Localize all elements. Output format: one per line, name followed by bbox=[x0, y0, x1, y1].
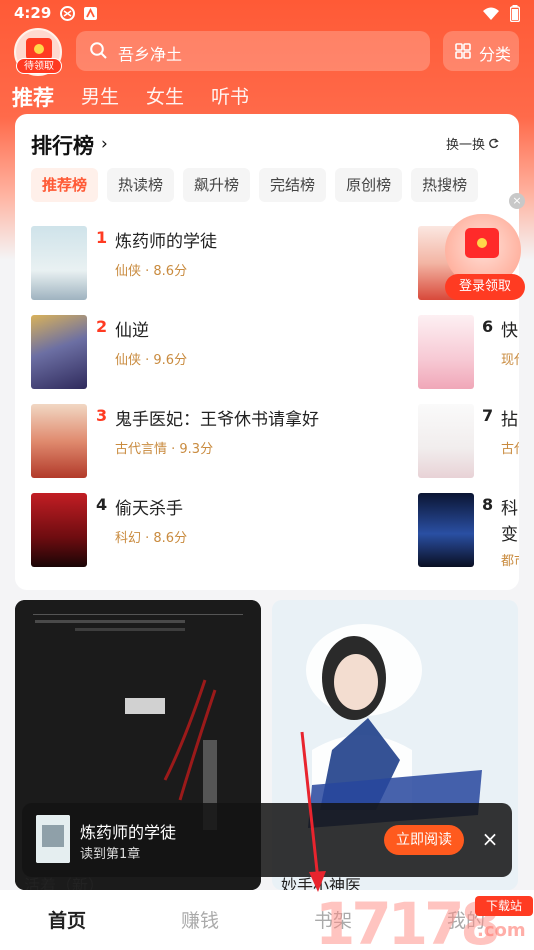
rank-number: 6 bbox=[482, 317, 494, 336]
tab-female[interactable]: 女生 bbox=[146, 82, 184, 112]
book-meta: 仙侠 · 8.6分 bbox=[115, 264, 188, 279]
watermark-tag: 下载站 bbox=[475, 896, 533, 916]
watermark-logo: 17178 下载站 .com bbox=[315, 890, 534, 950]
top-tabs: 推荐 男生 女生 听书 bbox=[12, 82, 249, 112]
sub-tab-hot-search[interactable]: 热搜榜 bbox=[411, 168, 479, 202]
book-meta: 科幻 · 8.6分 bbox=[115, 531, 188, 546]
watermark-digits: 17178 bbox=[315, 890, 501, 950]
book-cover bbox=[31, 226, 87, 300]
continue-book-cover bbox=[36, 815, 70, 863]
rank-number: 7 bbox=[482, 406, 494, 425]
sub-tab-completed[interactable]: 完结榜 bbox=[259, 168, 327, 202]
book-title: 快 bbox=[501, 321, 518, 341]
tab-audiobook[interactable]: 听书 bbox=[211, 82, 249, 112]
red-packet-icon bbox=[26, 38, 52, 60]
ranking-card: 排行榜 › 换一换 推荐榜 热读榜 飙升榜 完结榜 原创榜 热搜榜 1 炼药师的… bbox=[15, 114, 519, 590]
app-notification-icon bbox=[83, 6, 98, 21]
nav-home[interactable]: 首页 bbox=[48, 906, 86, 933]
book-cover bbox=[31, 315, 87, 389]
refresh-label: 换一换 bbox=[445, 138, 485, 153]
sub-tab-recommend[interactable]: 推荐榜 bbox=[31, 168, 99, 202]
category-button[interactable]: 分类 bbox=[443, 31, 519, 71]
tab-male[interactable]: 男生 bbox=[81, 82, 119, 112]
status-bar: 4:29 bbox=[0, 0, 534, 28]
wifi-icon bbox=[482, 6, 500, 25]
book-cover bbox=[31, 404, 87, 478]
refresh-button[interactable]: 换一换 bbox=[446, 134, 499, 153]
gift-close-button[interactable]: × bbox=[509, 193, 525, 209]
book-cover bbox=[418, 404, 474, 478]
sub-tab-rising[interactable]: 飙升榜 bbox=[183, 168, 251, 202]
search-input[interactable]: 吾乡净土 bbox=[76, 31, 430, 71]
continue-book-title: 炼药师的学徒 bbox=[80, 823, 177, 842]
book-title: 拈 bbox=[501, 410, 518, 430]
rank-number: 8 bbox=[482, 495, 494, 514]
grid-icon bbox=[455, 43, 471, 59]
book-cover bbox=[418, 315, 474, 389]
book-cover bbox=[31, 493, 87, 567]
book-title: 科 bbox=[501, 499, 518, 519]
rank-number: 1 bbox=[96, 228, 108, 247]
watermark-site: .com bbox=[477, 920, 526, 941]
app-notification-icon bbox=[60, 6, 75, 21]
nav-earn[interactable]: 赚钱 bbox=[181, 906, 219, 933]
continue-reading-bar[interactable]: 炼药师的学徒 读到第1章 立即阅读 × bbox=[22, 803, 512, 877]
search-icon bbox=[90, 42, 107, 59]
book-title: 偷天杀手 bbox=[115, 499, 183, 519]
sub-tab-original[interactable]: 原创榜 bbox=[335, 168, 403, 202]
status-time: 4:29 bbox=[14, 4, 52, 22]
chevron-right-icon[interactable]: › bbox=[101, 134, 108, 154]
book-title: 仙逆 bbox=[115, 321, 149, 341]
book-meta: 古代 bbox=[501, 442, 519, 457]
refresh-icon bbox=[488, 138, 499, 153]
login-reward-label[interactable]: 登录领取 bbox=[445, 274, 525, 300]
rank-number: 4 bbox=[96, 495, 108, 514]
rank-number: 2 bbox=[96, 317, 108, 336]
rank-number: 3 bbox=[96, 406, 108, 425]
book-meta: 都市 bbox=[501, 554, 519, 569]
book-title-line2: 变 bbox=[501, 525, 518, 545]
search-placeholder: 吾乡净土 bbox=[118, 45, 183, 64]
book-meta: 现代 bbox=[501, 353, 519, 368]
book-meta: 古代言情 · 9.3分 bbox=[115, 442, 214, 457]
book-meta: 仙侠 · 9.6分 bbox=[115, 353, 188, 368]
continue-progress: 读到第1章 bbox=[80, 847, 141, 862]
red-packet-icon bbox=[465, 228, 499, 258]
ranking-title[interactable]: 排行榜 bbox=[31, 130, 94, 160]
category-label: 分类 bbox=[479, 45, 512, 64]
book-cover bbox=[418, 493, 474, 567]
pending-reward-badge[interactable]: 待领取 bbox=[16, 58, 62, 74]
tab-recommend[interactable]: 推荐 bbox=[12, 82, 54, 112]
battery-icon bbox=[509, 5, 521, 26]
read-now-button[interactable]: 立即阅读 bbox=[384, 825, 464, 855]
ranking-sub-tabs: 推荐榜 热读榜 飙升榜 完结榜 原创榜 热搜榜 bbox=[31, 168, 479, 202]
sub-tab-hot-read[interactable]: 热读榜 bbox=[107, 168, 175, 202]
book-title: 鬼手医妃：王爷休书请拿好 bbox=[115, 410, 319, 430]
close-icon[interactable]: × bbox=[478, 827, 502, 851]
book-title: 炼药师的学徒 bbox=[115, 232, 217, 252]
